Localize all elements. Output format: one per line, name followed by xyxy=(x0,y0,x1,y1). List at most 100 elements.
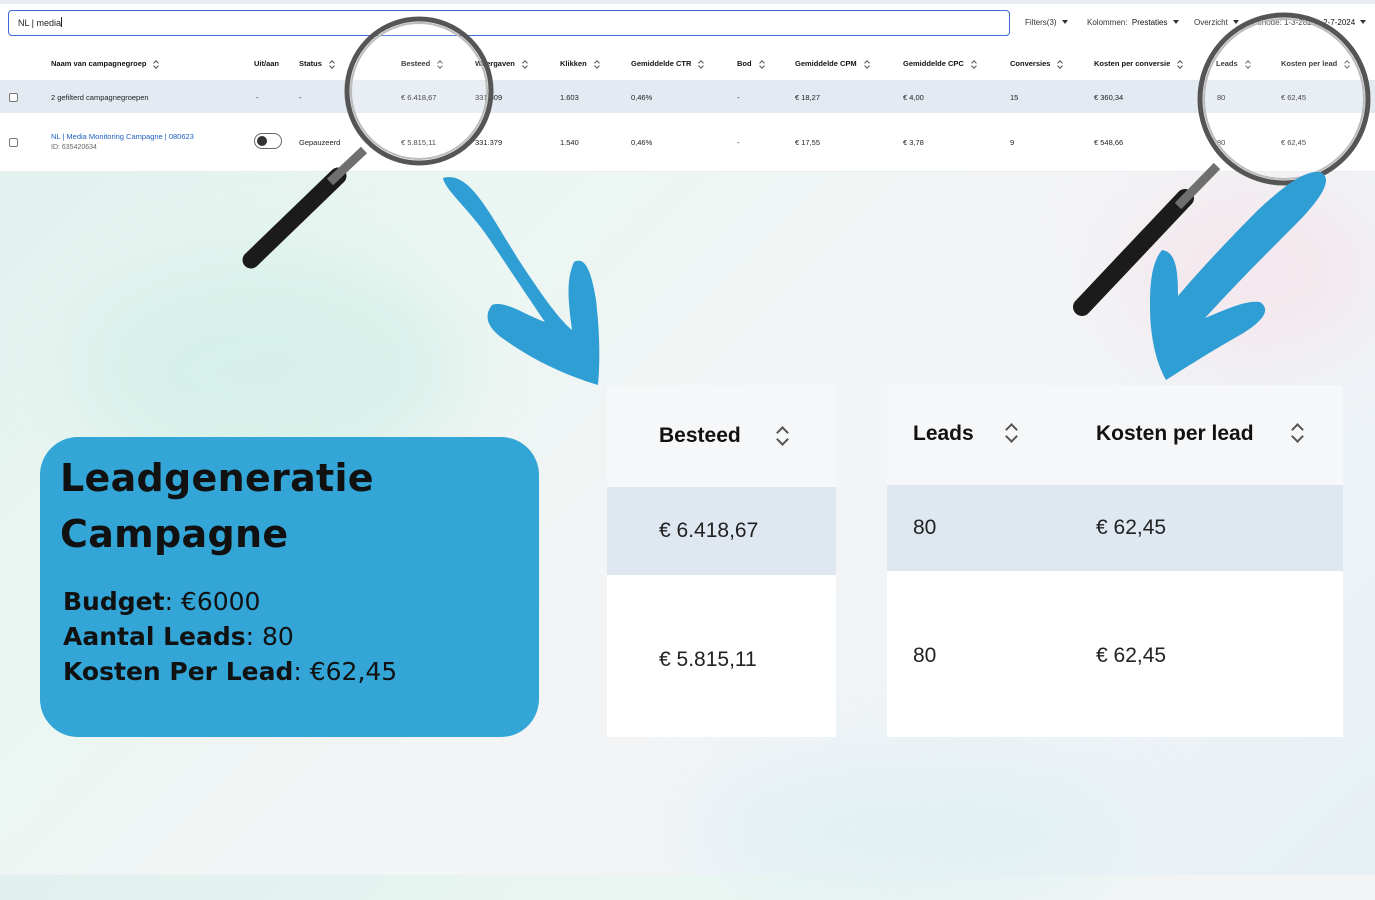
column-header-spent[interactable]: Besteed xyxy=(401,59,443,68)
campaign-toggle[interactable] xyxy=(254,133,282,149)
sort-icon xyxy=(522,60,528,68)
summary-clicks: 1.603 xyxy=(560,93,579,102)
zoom-panel-spent: Besteed € 6.418,67 € 5.815,11 xyxy=(607,385,836,737)
overview-dropdown[interactable]: Overzicht xyxy=(1194,18,1239,27)
campaign-leads: 80 xyxy=(1217,138,1226,147)
summary-cost-per-lead: € 62,45 xyxy=(1281,93,1307,102)
card-cost-per-lead: Kosten Per Lead: €62,45 xyxy=(63,657,397,686)
columns-value: Prestaties xyxy=(1131,18,1168,27)
zoom-header-cost-per-lead: Kosten per lead xyxy=(1096,422,1254,445)
summary-bid: - xyxy=(737,93,740,102)
cpl-label: Kosten Per Lead xyxy=(63,657,294,686)
campaign-cpm: € 17,55 xyxy=(795,138,821,147)
card-leads: Aantal Leads: 80 xyxy=(63,622,294,651)
campaign-ctr: 0,46% xyxy=(631,138,653,147)
campaign-impressions: 331.379 xyxy=(475,138,503,147)
summary-toggle: - xyxy=(256,93,259,102)
toggle-knob xyxy=(257,136,267,146)
header-label: Klikken xyxy=(560,59,587,68)
table-row-summary[interactable] xyxy=(0,81,1375,113)
overview-label: Overzicht xyxy=(1194,18,1228,27)
summary-cpm: € 18,27 xyxy=(795,93,821,102)
summary-ctr: 0,46% xyxy=(631,93,653,102)
column-header-cost-per-conversion[interactable]: Kosten per conversie xyxy=(1094,59,1183,68)
sort-icon xyxy=(759,60,765,68)
top-border xyxy=(0,0,1375,4)
header-label: Leads xyxy=(1216,59,1238,68)
card-title-line2: Campagne xyxy=(60,512,289,556)
header-label: Weergaven xyxy=(475,59,515,68)
background-blob xyxy=(1120,180,1375,360)
select-campaign-checkbox[interactable] xyxy=(9,138,18,147)
campaign-name-link[interactable]: NL | Media Monitoring Campagne | 080623 xyxy=(51,132,194,141)
campaign-cost-per-conversion: € 548,66 xyxy=(1094,138,1124,147)
header-label: Uit/aan xyxy=(254,59,280,68)
header-label: Naam van campagnegroep xyxy=(51,59,147,68)
column-header-leads[interactable]: Leads xyxy=(1216,59,1251,68)
card-title: Leadgeneratie Campagne xyxy=(60,450,480,562)
column-header-toggle: Uit/aan xyxy=(254,59,279,68)
filters-label: Filters(3) xyxy=(1025,18,1057,27)
zoom-leads-summary: 80 xyxy=(913,516,937,539)
chevron-down-icon xyxy=(1061,20,1068,24)
column-header-conversions[interactable]: Conversies xyxy=(1010,59,1063,68)
period-value: 1-3-2023 - 2-7-2024 xyxy=(1284,18,1356,27)
card-budget: Budget: €6000 xyxy=(63,587,260,616)
sort-icon xyxy=(153,60,159,68)
column-header-status[interactable]: Status xyxy=(299,59,335,68)
text-caret xyxy=(61,17,63,27)
budget-value: : €6000 xyxy=(164,587,261,616)
zoom-header-spent: Besteed xyxy=(659,424,741,447)
search-input[interactable]: NL | media xyxy=(8,10,1010,36)
period-label: Periode: xyxy=(1252,18,1282,27)
card-title-line1: Leadgeneratie xyxy=(60,456,374,500)
column-header-cost-per-lead[interactable]: Kosten per lead xyxy=(1281,59,1350,68)
sort-icon xyxy=(971,60,977,68)
campaign-status: Gepauzeerd xyxy=(299,138,341,147)
column-header-cpc[interactable]: Gemiddelde CPC xyxy=(903,59,977,68)
header-label: Besteed xyxy=(401,59,431,68)
zoom-leads-campaign: 80 xyxy=(913,644,937,667)
campaign-cpc: € 3,78 xyxy=(903,138,924,147)
summary-status: - xyxy=(299,93,302,102)
summary-name: 2 gefilterd campagnegroepen xyxy=(51,93,149,102)
zoom-spent-campaign: € 5.815,11 xyxy=(659,648,757,671)
sort-icon xyxy=(1004,422,1018,444)
leads-label: Aantal Leads xyxy=(63,622,246,651)
sort-icon xyxy=(437,60,443,68)
column-header-cpm[interactable]: Gemiddelde CPM xyxy=(795,59,870,68)
campaign-spent: € 5.815,11 xyxy=(401,138,436,147)
column-header-name[interactable]: Naam van campagnegroep xyxy=(51,59,159,68)
search-value: NL | media xyxy=(18,18,62,28)
summary-spent: € 6.418,67 xyxy=(401,93,437,102)
zoom-panel-leads: Leads Kosten per lead 80 € 62,45 80 € 62… xyxy=(887,385,1343,737)
column-header-impressions[interactable]: Weergaven xyxy=(475,59,528,68)
campaign-conversions: 9 xyxy=(1010,138,1015,147)
column-header-clicks[interactable]: Klikken xyxy=(560,59,600,68)
summary-cost-per-conversion: € 360,34 xyxy=(1094,93,1124,102)
campaign-table-panel: NL | media Filters(3) Kolommen: Prestati… xyxy=(0,0,1375,172)
summary-conversions: 15 xyxy=(1010,93,1019,102)
header-label: Bod xyxy=(737,59,752,68)
header-label: Kosten per lead xyxy=(1281,59,1338,68)
zoom-cpl-campaign: € 62,45 xyxy=(1096,644,1167,667)
summary-cpc: € 4,00 xyxy=(903,93,924,102)
campaign-cost-per-lead: € 62,45 xyxy=(1281,138,1307,147)
column-header-bid[interactable]: Bod xyxy=(737,59,765,68)
chevron-down-icon xyxy=(1172,20,1179,24)
period-dropdown[interactable]: Periode: 1-3-2023 - 2-7-2024 xyxy=(1252,18,1367,27)
summary-leads: 80 xyxy=(1217,93,1226,102)
campaign-id: ID: 635420634 xyxy=(51,144,97,151)
column-header-ctr[interactable]: Gemiddelde CTR xyxy=(631,59,704,68)
filters-dropdown[interactable]: Filters(3) xyxy=(1025,18,1068,27)
sort-icon xyxy=(698,60,704,68)
table-row-campaign[interactable] xyxy=(0,113,1375,172)
zoom-spent-summary: € 6.418,67 xyxy=(659,519,759,542)
columns-dropdown[interactable]: Kolommen: Prestaties xyxy=(1087,18,1179,27)
sort-icon xyxy=(1344,60,1350,68)
background-blob xyxy=(700,760,1120,900)
select-summary-checkbox[interactable] xyxy=(9,93,18,102)
chevron-down-icon xyxy=(1360,20,1367,24)
header-label: Gemiddelde CTR xyxy=(631,59,692,68)
header-label: Gemiddelde CPM xyxy=(795,59,857,68)
